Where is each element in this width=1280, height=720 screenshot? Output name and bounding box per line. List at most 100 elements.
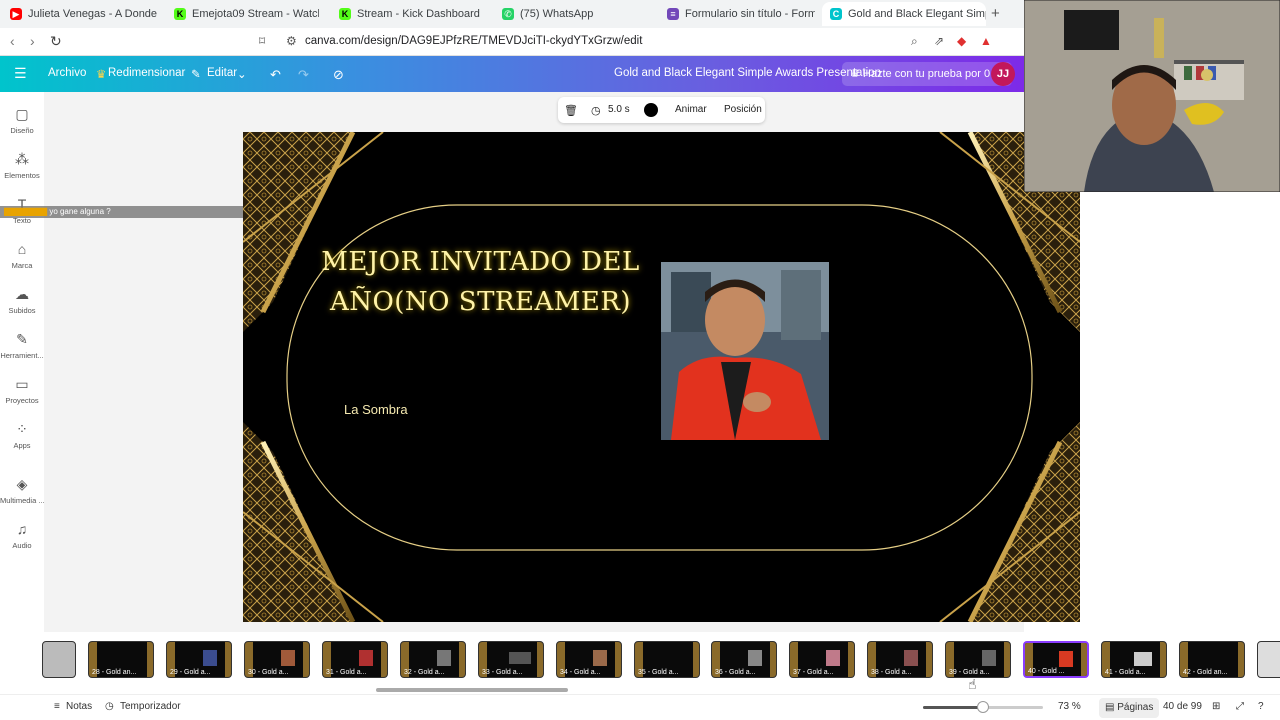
sidebar-item-diseno[interactable]: ▢ Diseño bbox=[0, 106, 44, 135]
back-icon[interactable]: ‹ bbox=[10, 33, 15, 49]
site-info-icon[interactable]: ⚙ bbox=[286, 34, 297, 48]
page-thumbnail[interactable]: 29 - Gold a... bbox=[166, 641, 232, 678]
editar-dropdown[interactable]: Editar bbox=[207, 67, 237, 79]
position-button[interactable]: Posición bbox=[724, 104, 762, 115]
whatsapp-icon: ✆ bbox=[502, 8, 514, 20]
canva-icon: C bbox=[830, 8, 842, 20]
duration-button[interactable]: 5.0 s bbox=[608, 104, 630, 115]
fullscreen-icon[interactable]: ⤢ bbox=[1236, 701, 1244, 712]
sidebar-item-audio[interactable]: ♫ Audio bbox=[0, 521, 44, 550]
mouse-cursor-icon: ☝ bbox=[968, 676, 977, 692]
zoom-level[interactable]: 73 % bbox=[1058, 701, 1081, 712]
sidebar-item-label: Marca bbox=[11, 261, 33, 270]
extension-shield-icon[interactable]: ◆ bbox=[957, 34, 966, 48]
trial-button[interactable]: ♛ Hazte con tu prueba por 0 S/ bbox=[842, 62, 1012, 86]
sidebar-item-apps[interactable]: ⁘ Apps bbox=[0, 421, 44, 450]
pages-icon: ▤ bbox=[1105, 702, 1118, 713]
page-thumbnail[interactable]: 41 - Gold a... bbox=[1101, 641, 1167, 678]
grid-view-icon[interactable]: ⊞ bbox=[1212, 701, 1220, 712]
editor-right-blank bbox=[1080, 192, 1280, 638]
menu-icon[interactable]: ☰ bbox=[14, 65, 27, 82]
page-thumbnail[interactable]: 33 - Gold a... bbox=[478, 641, 544, 678]
cloud-saved-icon[interactable]: ⊘ bbox=[333, 67, 344, 83]
undo-icon[interactable]: ↶ bbox=[270, 67, 281, 83]
chat-username-blurred: ▇▇▇▇▇▇▇ bbox=[4, 207, 48, 216]
page-thumbnail[interactable]: 39 - Gold a... bbox=[945, 641, 1011, 678]
tab-label: Emejota09 Stream - Watch Live o bbox=[192, 8, 319, 20]
tab-kick-dashboard[interactable]: K Stream - Kick Dashboard bbox=[339, 4, 489, 24]
kick-icon: K bbox=[339, 8, 351, 20]
thumbnail-partial[interactable] bbox=[42, 641, 76, 678]
chat-message: yo gane alguna ? bbox=[49, 207, 111, 216]
slide-nominee-name[interactable]: La Sombra bbox=[344, 402, 408, 417]
share-icon[interactable]: ⇗ bbox=[934, 34, 944, 48]
page-thumbnail[interactable]: 28 - Gold an... bbox=[88, 641, 154, 678]
thumbnail-partial[interactable] bbox=[1257, 641, 1280, 678]
reload-icon[interactable]: ↻ bbox=[50, 33, 62, 50]
sidebar-item-subidos[interactable]: ☁ Subidos bbox=[0, 286, 44, 315]
url-input[interactable]: canva.com/design/DAG9EJPfzRE/TMEVDJciTI-… bbox=[305, 35, 642, 47]
slide-canvas[interactable]: MEJOR INVITADO DEL AÑO(NO STREAMER) La S… bbox=[243, 132, 1080, 622]
slide-title[interactable]: MEJOR INVITADO DEL AÑO(NO STREAMER) bbox=[283, 242, 678, 322]
bottom-bar: ≡ Notas ◷ Temporizador 73 % ▤ Páginas 40… bbox=[0, 694, 1280, 720]
search-icon[interactable]: ⌕ bbox=[911, 34, 918, 49]
tab-kick-stream[interactable]: K Emejota09 Stream - Watch Live o bbox=[174, 4, 319, 24]
timer-icon: ◷ bbox=[105, 701, 114, 712]
tab-canva[interactable]: C Gold and Black Elegant Simple A × bbox=[822, 2, 986, 26]
sidebar-item-herramientas[interactable]: ✎ Herramient... bbox=[0, 331, 44, 360]
new-tab-button[interactable]: + bbox=[991, 5, 1000, 22]
page-thumbnail[interactable]: 37 - Gold a... bbox=[789, 641, 855, 678]
archivo-menu[interactable]: Archivo bbox=[48, 67, 86, 79]
avatar[interactable]: JJ bbox=[991, 62, 1015, 86]
forward-icon[interactable]: › bbox=[30, 33, 35, 49]
notes-button[interactable]: Notas bbox=[66, 701, 92, 712]
page-thumbnail-strip: 28 - Gold an... 29 - Gold a... 30 - Gold… bbox=[42, 638, 1280, 682]
tab-label: Formulario sin título - Formularios de bbox=[685, 8, 815, 20]
sidebar-item-label: Proyectos bbox=[5, 396, 39, 405]
shapes-icon: ⁂ bbox=[15, 151, 29, 167]
redimensionar-button[interactable]: Redimensionar bbox=[108, 67, 185, 79]
page-thumbnail[interactable]: 35 - Gold a... bbox=[634, 641, 700, 678]
sidebar-item-elementos[interactable]: ⁂ Elementos bbox=[0, 151, 44, 180]
page-thumbnail[interactable]: 34 - Gold a... bbox=[556, 641, 622, 678]
sidebar-item-multimedia[interactable]: ◈ Multimedia ... bbox=[0, 476, 44, 505]
tab-forms[interactable]: ≡ Formulario sin título - Formularios de bbox=[667, 4, 815, 24]
music-note-icon: ♫ bbox=[16, 521, 28, 537]
extension-alert-icon[interactable]: ▲ bbox=[980, 34, 992, 48]
animate-button[interactable]: Animar bbox=[675, 104, 707, 115]
chevron-down-icon: ⌄ bbox=[237, 69, 247, 81]
sidebar-item-label: Audio bbox=[12, 541, 32, 550]
tab-label: (75) WhatsApp bbox=[520, 8, 594, 20]
timer-button[interactable]: Temporizador bbox=[120, 701, 181, 712]
page-thumbnail-selected[interactable]: 40 - Gold ... bbox=[1023, 641, 1089, 678]
page-thumbnail[interactable]: 30 - Gold a... bbox=[244, 641, 310, 678]
page-thumbnail[interactable]: 42 - Gold an... bbox=[1179, 641, 1245, 678]
page-thumbnail[interactable]: 31 - Gold a... bbox=[322, 641, 388, 678]
page-thumbnail[interactable]: 36 - Gold a... bbox=[711, 641, 777, 678]
zoom-slider-handle[interactable] bbox=[977, 701, 989, 713]
nominee-photo-image bbox=[661, 262, 829, 440]
help-icon[interactable]: ? bbox=[1258, 701, 1264, 712]
zoom-slider[interactable] bbox=[923, 701, 1043, 713]
color-swatch[interactable] bbox=[644, 103, 658, 117]
thumbnail-scrollbar[interactable] bbox=[376, 688, 568, 692]
nominee-photo[interactable] bbox=[661, 262, 829, 440]
bookmark-icon[interactable]: ⌑ bbox=[259, 34, 265, 48]
folder-icon: ▭ bbox=[15, 376, 29, 392]
sidebar-item-label: Multimedia ... bbox=[0, 496, 44, 505]
tab-youtube[interactable]: ▶ Julieta Venegas - A Donde Va El Vien bbox=[10, 4, 160, 24]
apps-icon: ⁘ bbox=[16, 421, 28, 437]
trash-icon[interactable]: 🗑 bbox=[564, 104, 578, 117]
document-title[interactable]: Gold and Black Elegant Simple Awards Pre… bbox=[614, 67, 881, 79]
sidebar-item-label: Diseño bbox=[10, 126, 34, 135]
tab-whatsapp[interactable]: ✆ (75) WhatsApp bbox=[502, 4, 652, 24]
draw-icon: ✎ bbox=[16, 331, 28, 347]
sidebar-item-proyectos[interactable]: ▭ Proyectos bbox=[0, 376, 44, 405]
page-thumbnail[interactable]: 32 - Gold a... bbox=[400, 641, 466, 678]
redo-icon[interactable]: ↷ bbox=[298, 67, 309, 83]
brand-icon: ⌂ bbox=[17, 241, 27, 257]
pages-button[interactable]: ▤ Páginas bbox=[1099, 698, 1160, 718]
page-thumbnail[interactable]: 38 - Gold a... bbox=[867, 641, 933, 678]
sidebar-item-marca[interactable]: ⌂ Marca bbox=[0, 241, 44, 270]
element-toolbar: 🗑 ◷ 5.0 s Animar Posición bbox=[558, 97, 765, 123]
